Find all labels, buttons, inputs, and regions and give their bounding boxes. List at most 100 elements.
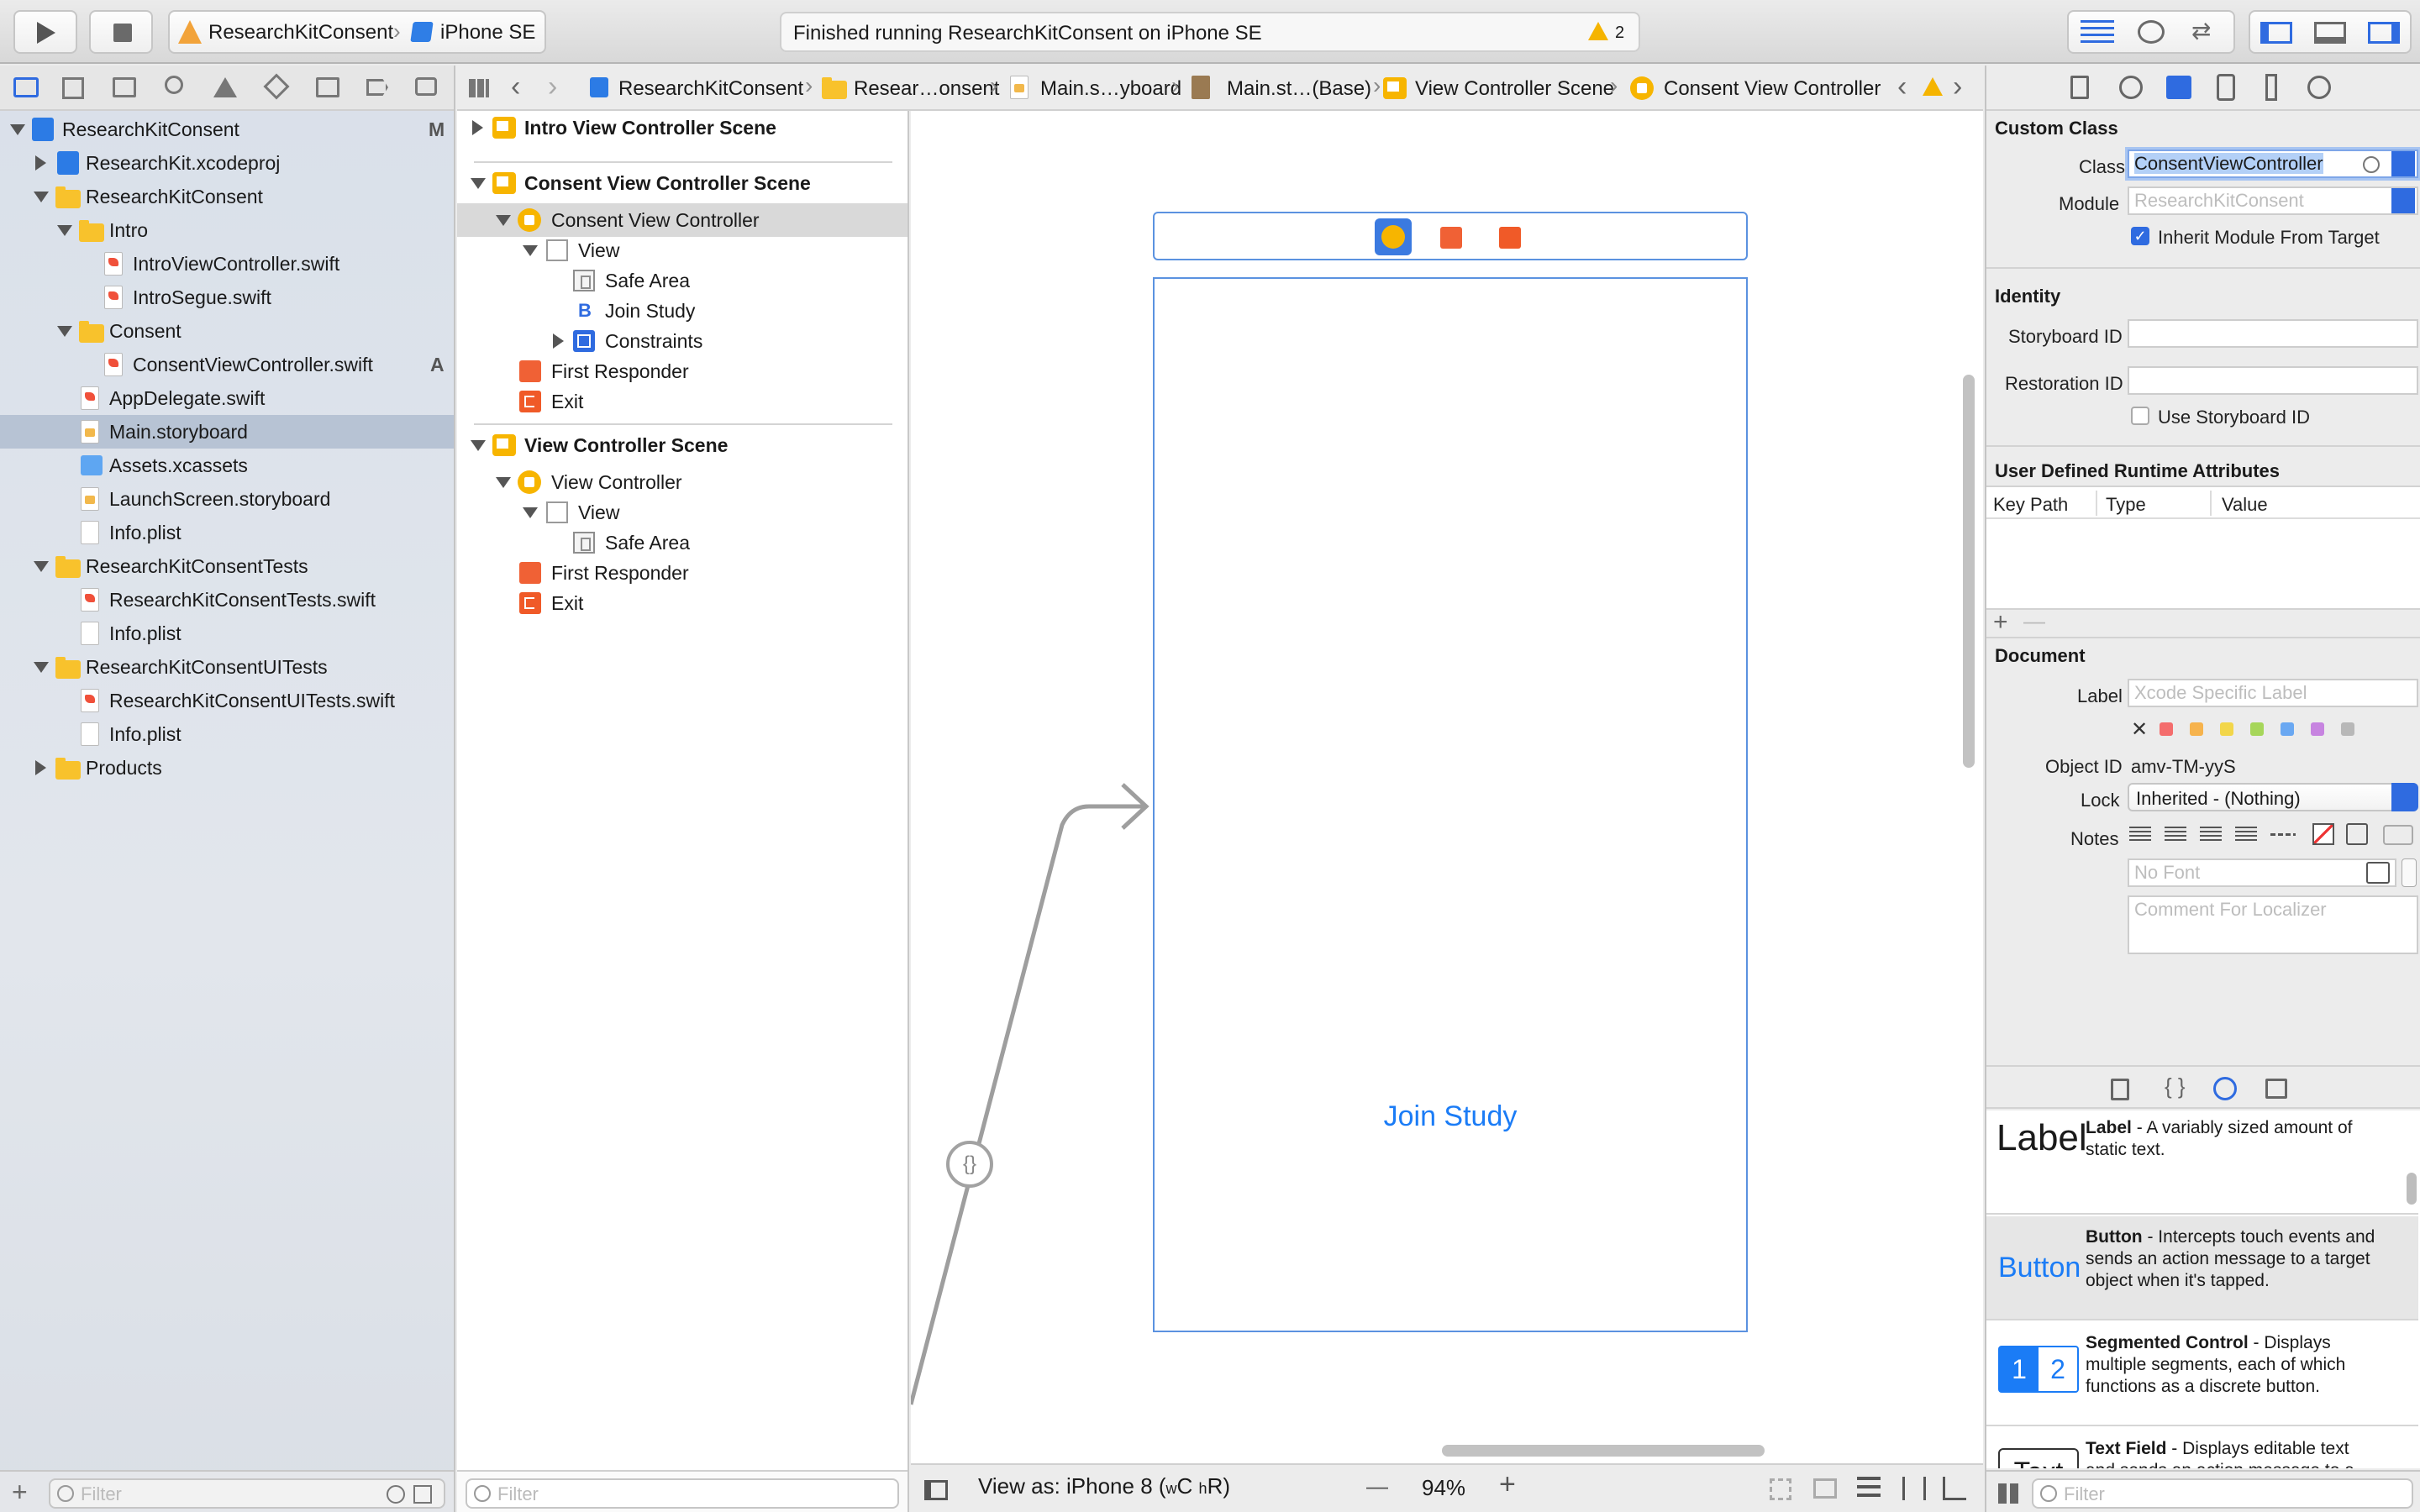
disclosure-triangle-icon[interactable] (553, 333, 564, 349)
resolve-issues-icon[interactable] (1943, 1477, 1966, 1500)
library-item-label[interactable]: Label Label - A variably sized amount of… (1986, 1110, 2418, 1215)
add-attribute-icon[interactable]: + (1993, 608, 2008, 637)
align-center-icon[interactable] (2165, 827, 2186, 842)
outline-item[interactable]: First Responder (457, 556, 908, 590)
tree-item-file[interactable]: LaunchScreen.storyboard (0, 482, 454, 516)
text-color-icon[interactable] (2312, 823, 2334, 845)
class-combobox[interactable]: ConsentViewController (2128, 150, 2418, 178)
zoom-out-button[interactable]: — (1366, 1473, 1388, 1499)
jump-item-project[interactable]: ResearchKitConsent (618, 77, 803, 101)
tree-item-group-tests[interactable]: ResearchKitConsentTests (0, 549, 454, 583)
library-item-segmented-control[interactable]: 1 2 Segmented Control - Displays multiple… (1986, 1322, 2418, 1426)
comment-field[interactable]: Comment For Localizer (2128, 895, 2418, 954)
align-left-icon[interactable] (2129, 827, 2151, 842)
forward-icon[interactable]: › (548, 71, 557, 103)
view-controller-dock-icon[interactable] (1375, 218, 1412, 255)
report-icon[interactable] (415, 77, 437, 96)
label-color-swatch[interactable] (2341, 722, 2354, 736)
object-library-icon[interactable] (2213, 1077, 2237, 1100)
inherit-module-checkbox[interactable]: ✓ (2131, 227, 2149, 245)
zoom-in-button[interactable]: + (1499, 1468, 1516, 1501)
scm-filter-icon[interactable] (413, 1485, 432, 1504)
disclosure-triangle-icon[interactable] (471, 440, 486, 451)
outline-item-selected[interactable]: Consent View Controller (457, 203, 908, 237)
jump-item-group[interactable]: Resear…onsent (854, 77, 999, 101)
standard-editor-icon[interactable] (2081, 20, 2114, 44)
breakpoint-icon[interactable] (366, 79, 388, 96)
file-inspector-icon[interactable] (2070, 76, 2089, 99)
source-control-icon[interactable] (62, 77, 84, 99)
outline-filter-field[interactable]: Filter (466, 1478, 899, 1509)
use-storyboard-id-checkbox[interactable] (2131, 407, 2149, 425)
tree-item-group-uitests[interactable]: ResearchKitConsentUITests (0, 650, 454, 684)
outline-scene-view-controller[interactable]: View Controller Scene (457, 428, 908, 462)
outline-item[interactable]: View Controller (457, 465, 908, 499)
storyboard-id-field[interactable] (2128, 319, 2418, 348)
jump-item-localization[interactable]: Main.st…(Base) (1227, 77, 1371, 101)
outline-item[interactable]: Safe Area (457, 526, 908, 559)
outline-scene-consent[interactable]: Consent View Controller Scene (457, 166, 908, 200)
back-icon[interactable]: ‹ (511, 71, 520, 103)
file-template-library-icon[interactable] (2111, 1079, 2129, 1100)
disclosure-triangle-icon[interactable] (34, 192, 49, 202)
search-icon[interactable] (165, 76, 183, 94)
size-inspector-icon[interactable] (2265, 74, 2277, 101)
tree-item-group-consent[interactable]: Consent (0, 314, 454, 348)
font-picker-icon[interactable] (2366, 862, 2390, 884)
tree-item-file[interactable]: IntroViewController.swift (0, 247, 454, 281)
library-item-button[interactable]: Button Button - Intercepts touch events … (1986, 1216, 2418, 1320)
disclosure-triangle-icon[interactable] (35, 155, 46, 171)
exit-dock-icon[interactable] (1499, 227, 1521, 249)
related-items-icon[interactable] (469, 79, 489, 97)
align-icon[interactable] (1857, 1477, 1881, 1499)
vertical-scrollbar[interactable] (1963, 375, 1975, 768)
outline-item[interactable]: View (457, 496, 908, 529)
view-controller-view[interactable]: Join Study (1153, 277, 1748, 1332)
disclosure-triangle-icon[interactable] (35, 760, 46, 775)
label-color-swatch[interactable] (2311, 722, 2324, 736)
disclosure-triangle-icon[interactable] (10, 124, 25, 135)
outline-item[interactable]: B Join Study (457, 294, 908, 328)
tree-item-file[interactable]: IntroSegue.swift (0, 281, 454, 314)
font-size-stepper[interactable] (2402, 858, 2417, 887)
outline-item[interactable]: Exit (457, 586, 908, 620)
media-library-icon[interactable] (2265, 1079, 2287, 1099)
identity-inspector-icon[interactable] (2166, 76, 2191, 99)
column-header-key-path[interactable]: Key Path (1993, 494, 2068, 516)
embed-in-stack-icon[interactable] (1813, 1478, 1837, 1499)
tree-item-project[interactable]: ResearchKitConsent M (0, 113, 454, 146)
update-frames-icon[interactable] (1770, 1478, 1791, 1500)
disclosure-triangle-icon[interactable] (523, 245, 538, 256)
outline-item[interactable]: View (457, 234, 908, 267)
stop-button[interactable] (89, 10, 153, 54)
library-scrollbar[interactable] (2407, 1173, 2417, 1205)
tree-item-file[interactable]: ResearchKitConsentTests.swift (0, 583, 454, 617)
first-responder-dock-icon[interactable] (1440, 227, 1462, 249)
debug-icon[interactable] (316, 77, 339, 97)
tree-item-group-intro[interactable]: Intro (0, 213, 454, 247)
restoration-id-field[interactable] (2128, 366, 2418, 395)
column-header-type[interactable]: Type (2106, 494, 2146, 516)
folder-icon[interactable] (13, 77, 39, 97)
device-configuration-button[interactable]: View as: iPhone 8 (wC hR) (978, 1473, 1230, 1499)
tree-item-xcodeproj[interactable]: ResearchKit.xcodeproj (0, 146, 454, 180)
justify-icon[interactable] (2235, 827, 2257, 842)
assistant-editor-icon[interactable] (2138, 20, 2165, 44)
combobox-arrow-icon[interactable] (2391, 151, 2415, 176)
remove-attribute-icon[interactable]: — (2023, 608, 2045, 634)
storyboard-canvas[interactable]: {} Join Study (911, 111, 1983, 1463)
jump-item-controller[interactable]: Consent View Controller (1664, 77, 1881, 101)
version-editor-icon[interactable]: ⇄ (2191, 17, 2211, 45)
disclosure-triangle-icon[interactable] (496, 215, 511, 226)
test-icon[interactable] (263, 73, 290, 100)
disclosure-triangle-icon[interactable] (34, 561, 49, 572)
more-options-icon[interactable] (2383, 825, 2413, 845)
symbol-icon[interactable] (113, 77, 136, 97)
document-label-field[interactable]: Xcode Specific Label (2128, 679, 2418, 707)
disclosure-triangle-icon[interactable] (471, 178, 486, 189)
outline-item[interactable]: Safe Area (457, 264, 908, 297)
disclosure-triangle-icon[interactable] (523, 507, 538, 518)
attributes-inspector-icon[interactable] (2217, 74, 2235, 101)
grid-view-icon[interactable] (1998, 1483, 2018, 1504)
previous-issue-icon[interactable]: ‹ (1897, 71, 1907, 103)
